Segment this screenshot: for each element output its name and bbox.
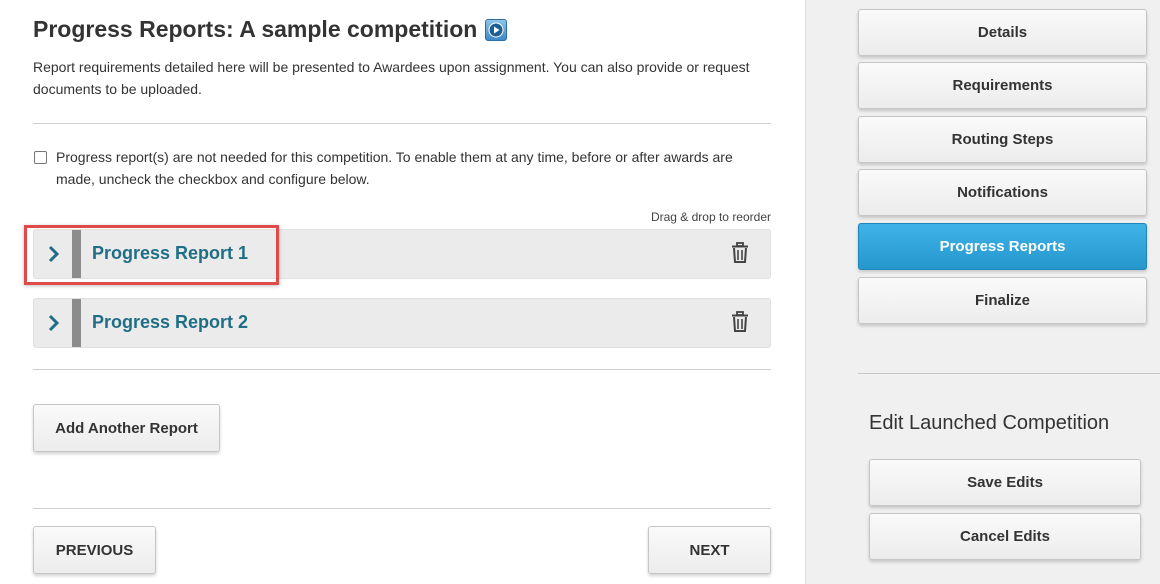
report-row[interactable]: Progress Report 2	[33, 298, 771, 348]
page-title-row: Progress Reports: A sample competition	[33, 16, 508, 43]
previous-button[interactable]: PREVIOUS	[33, 526, 156, 574]
sidebar: Details Requirements Routing Steps Notif…	[805, 0, 1160, 584]
divider	[33, 123, 771, 124]
edit-section-title: Edit Launched Competition	[869, 412, 1110, 434]
sidebar-item-finalize[interactable]: Finalize	[858, 277, 1147, 324]
report-title[interactable]: Progress Report 2	[92, 312, 248, 333]
trash-icon[interactable]	[731, 311, 749, 333]
sidebar-item-notifications[interactable]: Notifications	[858, 169, 1147, 216]
sidebar-item-progress-reports[interactable]: Progress Reports	[858, 223, 1147, 270]
save-edits-button[interactable]: Save Edits	[869, 459, 1141, 506]
drag-handle[interactable]	[72, 299, 81, 347]
no-reports-option: Progress report(s) are not needed for th…	[33, 147, 773, 190]
page-title: Progress Reports: A sample competition	[33, 16, 478, 42]
sidebar-item-routing-steps[interactable]: Routing Steps	[858, 116, 1147, 163]
divider	[33, 369, 771, 370]
divider	[33, 508, 771, 509]
add-report-button[interactable]: Add Another Report	[33, 404, 220, 452]
drag-hint: Drag & drop to reorder	[650, 210, 771, 224]
sidebar-item-requirements[interactable]: Requirements	[858, 62, 1147, 109]
no-reports-checkbox[interactable]	[34, 151, 47, 164]
intro-text: Report requirements detailed here will b…	[33, 59, 750, 97]
next-button[interactable]: NEXT	[648, 526, 771, 574]
sidebar-item-details[interactable]: Details	[858, 9, 1147, 56]
no-reports-label: Progress report(s) are not needed for th…	[56, 149, 733, 187]
play-video-icon[interactable]	[485, 18, 508, 41]
sidebar-divider	[858, 373, 1160, 374]
cancel-edits-button[interactable]: Cancel Edits	[869, 513, 1141, 560]
chevron-right-icon[interactable]	[45, 313, 63, 333]
trash-icon[interactable]	[731, 242, 749, 264]
highlight-box	[24, 225, 279, 285]
main-content: Progress Reports: A sample competition R…	[0, 0, 805, 584]
